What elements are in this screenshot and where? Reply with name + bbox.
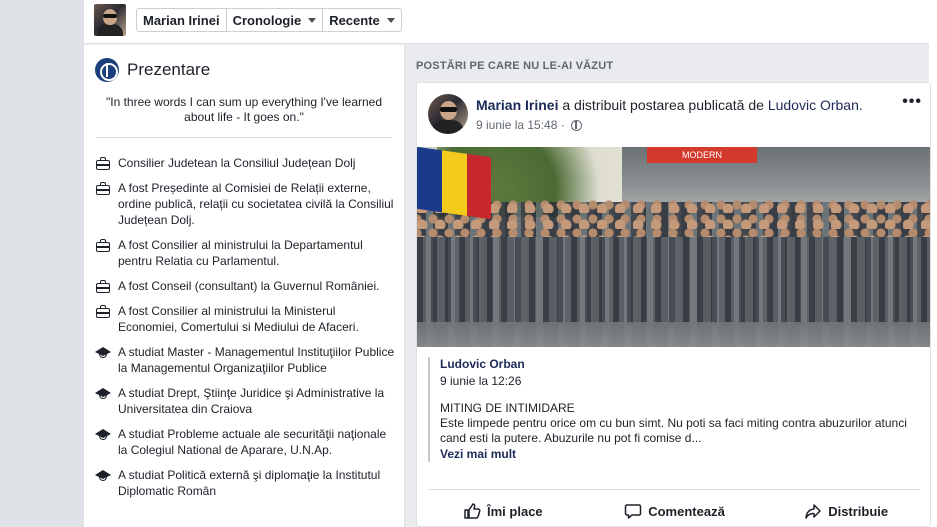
shared-post: Ludovic Orban 9 iunie la 12:26 MITING DE… bbox=[428, 357, 928, 462]
fact-link[interactable]: Consiliul Județean Dolj bbox=[233, 156, 355, 170]
graduation-cap-icon bbox=[95, 386, 111, 400]
romanian-flag bbox=[417, 147, 491, 220]
fact-text: Consilier Judetean la bbox=[118, 156, 234, 170]
list-item: A studiat Politică externă şi diplomaţie… bbox=[95, 467, 395, 499]
shared-timestamp[interactable]: 9 iunie la 12:26 bbox=[440, 373, 928, 389]
post-header: Marian Irinei a distribuit postarea publ… bbox=[476, 97, 863, 113]
fact-text: A studiat Politică externă şi diplomaţie… bbox=[118, 468, 336, 482]
briefcase-icon bbox=[95, 304, 111, 318]
list-item: A fost Consilier al ministrului la Minis… bbox=[95, 303, 395, 335]
list-item: Consilier Judetean la Consiliul Județean… bbox=[95, 155, 395, 171]
post-actions: Îmi place Comentează Distribuie bbox=[417, 499, 930, 523]
divider bbox=[428, 489, 920, 490]
tab-recente-label: Recente bbox=[329, 12, 380, 28]
list-item: A fost Conseil (consultant) la Guvernul … bbox=[95, 278, 395, 294]
intro-facts-list: Consilier Judetean la Consiliul Județean… bbox=[95, 155, 395, 508]
list-item: A fost Președinte al Comisiei de Relații… bbox=[95, 180, 395, 228]
graduation-cap-icon bbox=[95, 427, 111, 441]
fact-link[interactable]: Managementul Organizaţiilor Publice bbox=[131, 361, 327, 375]
graduation-cap-icon bbox=[95, 468, 111, 482]
photo-sign: MODERN bbox=[647, 147, 757, 163]
intro-card: Prezentare "In three words I can sum up … bbox=[84, 45, 405, 527]
fact-text: A studiat Drept, Ştiinţe Juridice şi Adm… bbox=[118, 386, 385, 400]
nav-tabs: Marian Irinei Cronologie Recente bbox=[136, 8, 402, 32]
feed-section-title: POSTĂRI PE CARE NU LE-AI VĂZUT bbox=[416, 60, 614, 72]
chevron-down-icon bbox=[386, 17, 395, 23]
post-author-link[interactable]: Marian Irinei bbox=[476, 97, 558, 113]
profile-name-label: Marian Irinei bbox=[143, 12, 220, 28]
post-meta: 9 iunie la 15:48 · bbox=[476, 118, 582, 132]
post-timestamp[interactable]: 9 iunie la 15:48 · bbox=[476, 118, 565, 132]
share-button[interactable]: Distribuie bbox=[760, 499, 930, 523]
tab-cronologie-label: Cronologie bbox=[232, 12, 302, 28]
intro-title: Prezentare bbox=[127, 60, 211, 79]
like-button[interactable]: Îmi place bbox=[417, 499, 589, 523]
shared-title: MITING DE INTIMIDARE bbox=[440, 401, 575, 415]
intro-header: Prezentare bbox=[95, 58, 210, 82]
share-label: Distribuie bbox=[828, 503, 889, 519]
comment-label: Comentează bbox=[648, 503, 725, 519]
profile-nav-bar: Marian Irinei Cronologie Recente bbox=[84, 0, 929, 44]
public-globe-icon bbox=[570, 119, 582, 131]
bio-text: "In three words I can sum up everything … bbox=[105, 95, 383, 124]
graduation-cap-icon bbox=[95, 345, 111, 359]
briefcase-icon bbox=[95, 156, 111, 170]
briefcase-icon bbox=[95, 238, 111, 252]
comment-icon bbox=[624, 504, 642, 519]
profile-avatar[interactable] bbox=[94, 4, 126, 36]
chevron-down-icon bbox=[308, 17, 317, 23]
profile-name-tab[interactable]: Marian Irinei bbox=[137, 9, 227, 31]
briefcase-icon bbox=[95, 181, 111, 195]
list-item: A studiat Master - Managementul Instituţ… bbox=[95, 344, 395, 376]
tab-cronologie[interactable]: Cronologie bbox=[227, 9, 324, 31]
shared-author-link[interactable]: Ludovic Orban bbox=[440, 357, 928, 372]
avatar[interactable] bbox=[428, 94, 468, 134]
list-item: A fost Consilier al ministrului la Depar… bbox=[95, 237, 395, 269]
list-item: A studiat Drept, Ştiinţe Juridice şi Adm… bbox=[95, 385, 395, 417]
shared-from-link[interactable]: Ludovic Orban. bbox=[768, 97, 863, 113]
fact-link[interactable]: Guvernul României. bbox=[273, 279, 379, 293]
divider bbox=[96, 137, 392, 138]
globe-icon bbox=[95, 58, 119, 82]
fact-link[interactable]: Colegiul National de Aparare, U.N.Ap. bbox=[131, 443, 332, 457]
post-photo[interactable]: MODERN bbox=[417, 147, 930, 347]
fact-link[interactable]: Universitatea din Craiova bbox=[118, 402, 252, 416]
more-options-button[interactable]: ••• bbox=[902, 93, 922, 111]
post-card: Marian Irinei a distribuit postarea publ… bbox=[416, 82, 931, 527]
tab-recente[interactable]: Recente bbox=[323, 9, 401, 31]
comment-button[interactable]: Comentează bbox=[589, 499, 761, 523]
shared-body: Este limpede pentru orice om cu bun simt… bbox=[440, 416, 907, 445]
fact-text: A fost Consilier al ministrului la bbox=[118, 304, 285, 318]
share-arrow-icon bbox=[805, 504, 821, 519]
fact-text: A fost Președinte al Comisiei de Relații… bbox=[118, 181, 371, 211]
fact-text: A fost Consilier al ministrului la bbox=[118, 238, 285, 252]
list-item: A studiat Probleme actuale ale securităţ… bbox=[95, 426, 395, 458]
briefcase-icon bbox=[95, 279, 111, 293]
fact-text: A fost Conseil (consultant) la bbox=[118, 279, 274, 293]
like-label: Îmi place bbox=[487, 503, 543, 519]
thumbs-up-icon bbox=[464, 503, 481, 519]
post-action-text: a distribuit postarea publicată de bbox=[558, 97, 768, 113]
see-more-link[interactable]: Vezi mai mult bbox=[440, 446, 928, 462]
left-margin bbox=[0, 0, 84, 527]
